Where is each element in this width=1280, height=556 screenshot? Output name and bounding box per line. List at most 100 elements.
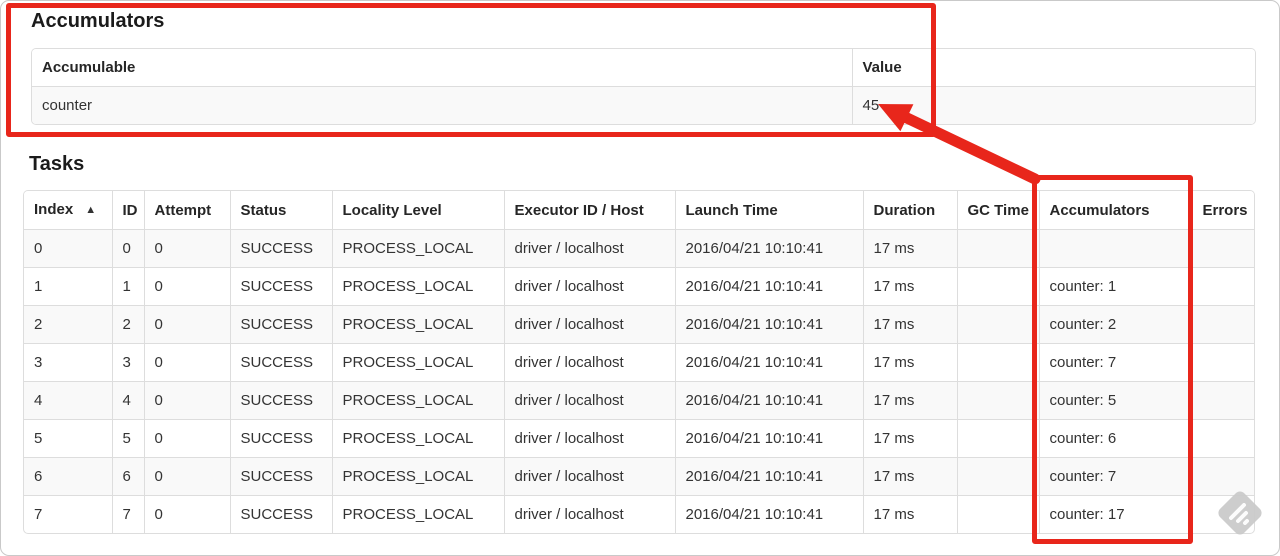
task-cell-locality-level: PROCESS_LOCAL [332, 381, 505, 420]
task-cell-status: SUCCESS [230, 305, 333, 344]
accumulators-table: Accumulable Value counter 45 [31, 48, 1256, 125]
column-header-index[interactable]: Index ▲ [24, 191, 113, 230]
task-cell-errors [1192, 343, 1254, 382]
task-row: 7 7 0 SUCCESS PROCESS_LOCAL driver / localhos… [24, 495, 1254, 534]
task-cell-status: SUCCESS [230, 343, 333, 382]
task-cell-launch-time: 2016/04/21 10:10:41 [675, 457, 864, 496]
task-cell-id: 4 [112, 381, 145, 420]
accumulators-section-title: Accumulators [31, 10, 165, 32]
task-cell-errors [1192, 267, 1254, 306]
task-cell-index: 2 [24, 305, 113, 344]
tasks-header-row: Index ▲ ID Attempt Status Locality Level … [24, 191, 1254, 230]
task-cell-executor-id-host: driver / localhost [504, 495, 676, 533]
task-cell-status: SUCCESS [230, 229, 333, 268]
task-cell-index: 3 [24, 343, 113, 382]
task-cell-accumulators: counter: 6 [1039, 419, 1193, 458]
task-cell-gc-time [957, 457, 1040, 496]
task-cell-errors [1192, 496, 1254, 534]
task-cell-id: 1 [112, 267, 145, 306]
column-header-status[interactable]: Status [230, 191, 333, 230]
task-cell-locality-level: PROCESS_LOCAL [332, 419, 505, 458]
task-cell-errors [1192, 305, 1254, 344]
task-cell-launch-time: 2016/04/21 10:10:41 [675, 229, 864, 268]
task-cell-launch-time: 2016/04/21 10:10:41 [675, 381, 864, 420]
task-cell-duration: 17 ms [863, 229, 958, 268]
accumulable-column-header: Accumulable [32, 49, 853, 87]
task-cell-locality-level: PROCESS_LOCAL [332, 229, 505, 268]
task-cell-id: 5 [112, 419, 145, 458]
task-cell-index: 0 [24, 229, 113, 268]
task-cell-duration: 17 ms [863, 267, 958, 306]
column-header-locality-level[interactable]: Locality Level [332, 191, 505, 230]
task-cell-index: 6 [24, 457, 113, 496]
task-cell-duration: 17 ms [863, 305, 958, 344]
sort-ascending-icon: ▲ [85, 204, 97, 216]
accumulator-row: counter 45 [32, 86, 1255, 124]
task-cell-executor-id-host: driver / localhost [504, 457, 676, 496]
task-cell-errors [1192, 229, 1254, 268]
task-cell-locality-level: PROCESS_LOCAL [332, 343, 505, 382]
task-cell-launch-time: 2016/04/21 10:10:41 [675, 305, 864, 344]
task-cell-launch-time: 2016/04/21 10:10:41 [675, 495, 864, 533]
task-cell-errors [1192, 419, 1254, 458]
task-cell-locality-level: PROCESS_LOCAL [332, 457, 505, 496]
tasks-table-body: 0 0 0 SUCCESS PROCESS_LOCAL driver / localhos… [24, 229, 1254, 534]
task-cell-accumulators: counter: 1 [1039, 267, 1193, 306]
task-cell-duration: 17 ms [863, 343, 958, 382]
task-cell-index: 5 [24, 419, 113, 458]
task-row: 4 4 0 SUCCESS PROCESS_LOCAL driver / localhos… [24, 381, 1254, 420]
task-cell-status: SUCCESS [230, 495, 333, 533]
column-header-attempt[interactable]: Attempt [144, 191, 231, 230]
task-cell-id: 7 [112, 495, 145, 533]
task-cell-index: 4 [24, 381, 113, 420]
task-cell-executor-id-host: driver / localhost [504, 381, 676, 420]
task-row: 6 6 0 SUCCESS PROCESS_LOCAL driver / localhos… [24, 457, 1254, 496]
task-cell-executor-id-host: driver / localhost [504, 343, 676, 382]
column-header-id[interactable]: ID [112, 191, 145, 230]
task-cell-duration: 17 ms [863, 457, 958, 496]
task-cell-duration: 17 ms [863, 419, 958, 458]
task-cell-accumulators: counter: 2 [1039, 305, 1193, 344]
column-header-executor-id-host[interactable]: Executor ID / Host [504, 191, 676, 230]
accumulable-name-cell: counter [32, 86, 853, 124]
task-row: 3 3 0 SUCCESS PROCESS_LOCAL driver / localhos… [24, 343, 1254, 382]
column-header-duration[interactable]: Duration [863, 191, 958, 230]
value-column-header: Value [852, 49, 1255, 87]
column-header-launch-time[interactable]: Launch Time [675, 191, 864, 230]
column-header-gc-time[interactable]: GC Time [957, 191, 1040, 230]
task-cell-executor-id-host: driver / localhost [504, 419, 676, 458]
task-cell-gc-time [957, 419, 1040, 458]
task-cell-launch-time: 2016/04/21 10:10:41 [675, 267, 864, 306]
task-cell-index: 7 [24, 495, 113, 533]
task-cell-gc-time [957, 381, 1040, 420]
task-cell-gc-time [957, 495, 1040, 533]
task-cell-accumulators: counter: 7 [1039, 457, 1193, 496]
tasks-table: Index ▲ ID Attempt Status Locality Level … [23, 190, 1255, 534]
task-row: 1 1 0 SUCCESS PROCESS_LOCAL driver / localhos… [24, 267, 1254, 306]
task-cell-gc-time [957, 305, 1040, 344]
task-cell-gc-time [957, 229, 1040, 268]
column-header-errors[interactable]: Errors [1192, 191, 1254, 230]
task-cell-accumulators: counter: 17 [1039, 495, 1193, 533]
task-cell-id: 6 [112, 457, 145, 496]
task-cell-attempt: 0 [144, 305, 231, 344]
task-cell-gc-time [957, 267, 1040, 306]
task-cell-attempt: 0 [144, 457, 231, 496]
task-cell-attempt: 0 [144, 267, 231, 306]
task-cell-executor-id-host: driver / localhost [504, 305, 676, 344]
task-cell-gc-time [957, 343, 1040, 382]
task-cell-id: 2 [112, 305, 145, 344]
task-cell-accumulators [1039, 229, 1193, 268]
task-cell-errors [1192, 381, 1254, 420]
index-header-label: Index [34, 201, 74, 218]
task-cell-id: 3 [112, 343, 145, 382]
task-cell-locality-level: PROCESS_LOCAL [332, 495, 505, 533]
task-cell-errors [1192, 457, 1254, 496]
task-cell-status: SUCCESS [230, 381, 333, 420]
task-row: 5 5 0 SUCCESS PROCESS_LOCAL driver / localhos… [24, 419, 1254, 458]
tasks-section-title: Tasks [29, 153, 85, 175]
task-row: 0 0 0 SUCCESS PROCESS_LOCAL driver / localhos… [24, 229, 1254, 268]
column-header-accumulators[interactable]: Accumulators [1039, 191, 1193, 230]
task-cell-locality-level: PROCESS_LOCAL [332, 305, 505, 344]
task-cell-executor-id-host: driver / localhost [504, 267, 676, 306]
